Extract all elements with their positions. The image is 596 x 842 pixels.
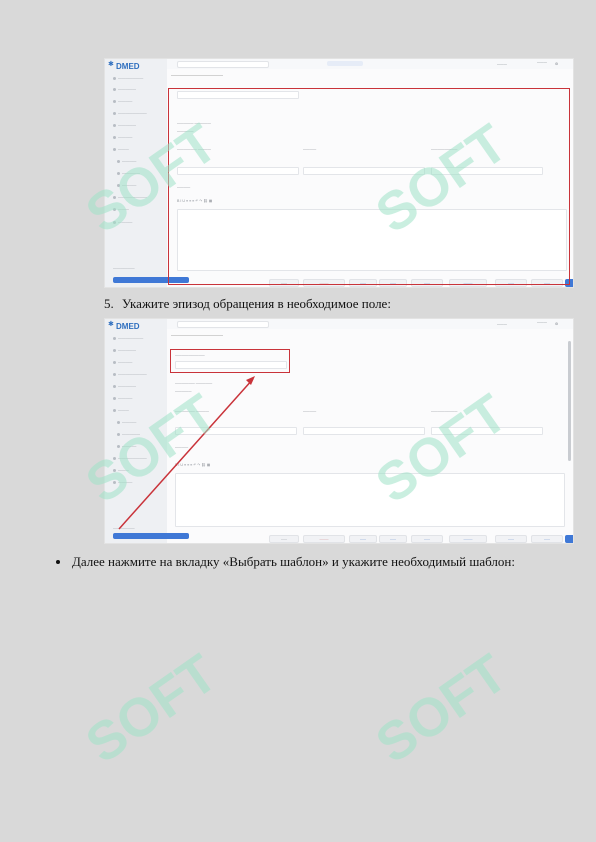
sidebar-footer: —————— — [113, 266, 135, 270]
watermark-text: SOFT — [365, 650, 517, 770]
step-number: 5. — [104, 296, 114, 311]
sidebar-item[interactable]: ———— — [113, 134, 161, 140]
search-input[interactable] — [177, 61, 269, 68]
sidebar-item[interactable]: ———————— — [113, 194, 161, 200]
sidebar-item[interactable]: ———— — [113, 219, 161, 225]
logo-icon: ✱ — [108, 61, 114, 68]
page-heading: ————————————— — [171, 72, 223, 77]
sidebar-item[interactable]: ————— — [113, 86, 161, 92]
user-label: ——— — [497, 62, 507, 66]
watermark-text: SOFT — [75, 650, 227, 770]
sidebar-item[interactable]: ——— — [113, 146, 161, 152]
sidebar-item[interactable]: ——— — [113, 206, 161, 212]
pointer-arrow — [118, 376, 255, 530]
screenshot-1: ✱ DMED ——————— ————— ———— ———————— —————… — [104, 58, 574, 288]
settings-icon[interactable]: ⚙ — [555, 62, 558, 66]
watermark: SOFT — [365, 650, 517, 770]
sidebar-item[interactable]: ——————— — [113, 75, 161, 81]
highlight-box — [168, 88, 570, 285]
sidebar-item[interactable]: ———————— — [113, 110, 161, 116]
sidebar: ✱ DMED ——————— ————— ———— ———————— —————… — [105, 59, 167, 287]
sidebar-item[interactable]: ———— — [113, 98, 161, 104]
screenshot-2: ✱ DMED ——————— ————— ———— ———————— —————… — [104, 318, 574, 544]
sidebar-item[interactable]: ————— — [113, 122, 161, 128]
bullet-text: Далее нажмите на вкладку «Выбрать шаблон… — [72, 554, 515, 569]
bullet — [56, 560, 60, 564]
step-text: Укажите эпизод обращения в необходимое п… — [122, 296, 391, 311]
user-name: ——— — [537, 60, 547, 64]
sidebar-item[interactable]: ————— — [117, 170, 165, 176]
tab-active[interactable] — [327, 61, 363, 66]
logo: DMED — [116, 62, 140, 71]
sidebar-item[interactable]: ———— — [117, 182, 165, 188]
sidebar-item[interactable]: ———— — [117, 158, 165, 164]
watermark: SOFT — [75, 650, 227, 770]
